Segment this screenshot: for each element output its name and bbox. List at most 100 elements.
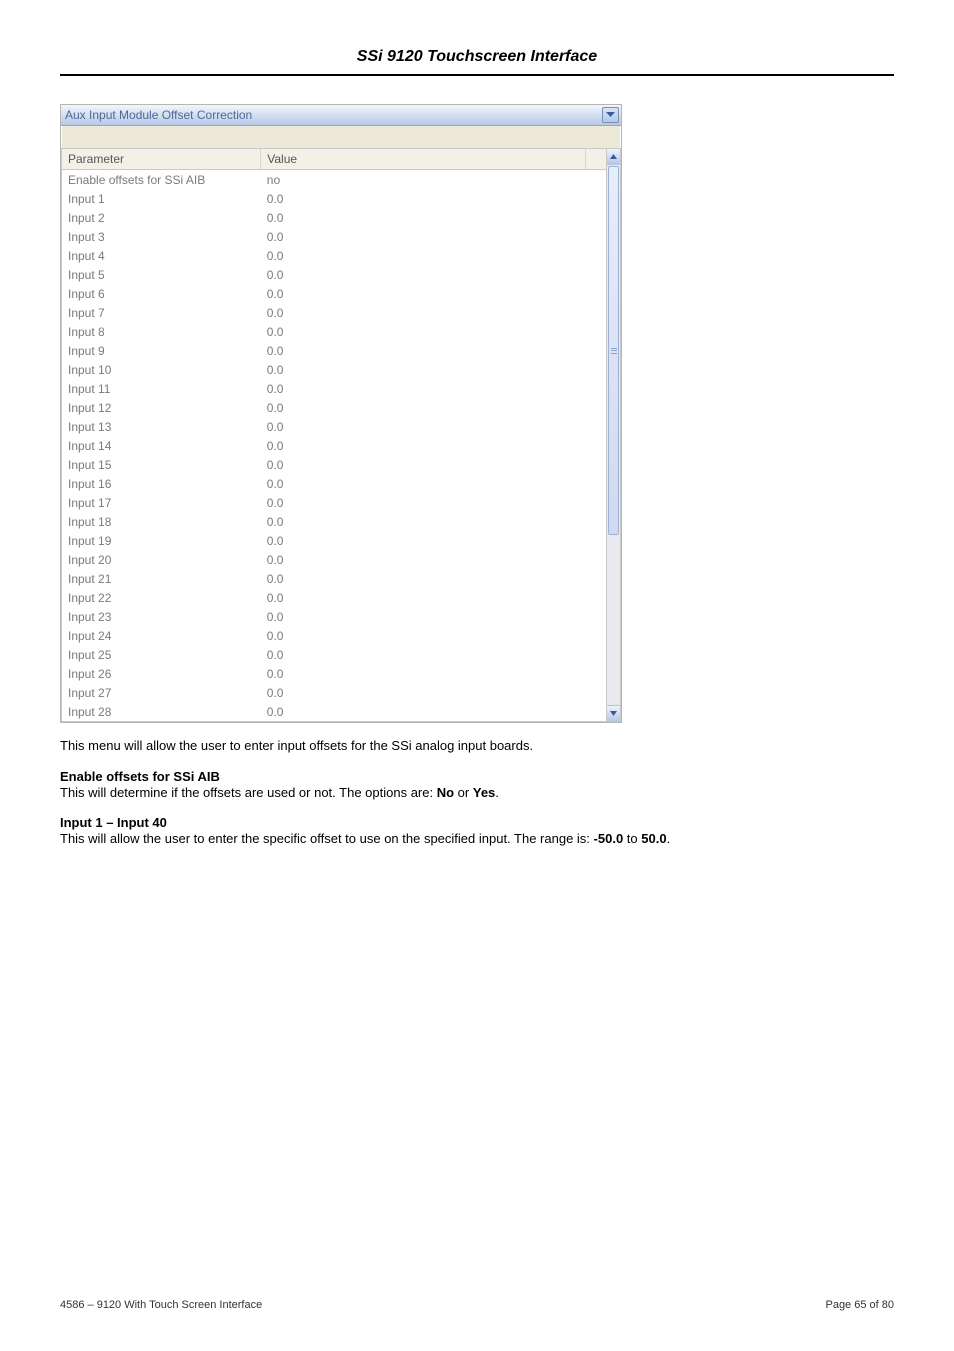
cell-parameter: Input 24 — [62, 626, 261, 645]
document-title: SSi 9120 Touchscreen Interface — [60, 48, 894, 66]
table-row[interactable]: Input 30.0 — [62, 227, 606, 246]
col-header-blank — [585, 149, 606, 170]
cell-blank — [585, 341, 606, 360]
cell-value: 0.0 — [261, 588, 585, 607]
table-row[interactable]: Input 250.0 — [62, 645, 606, 664]
table-row[interactable]: Input 80.0 — [62, 322, 606, 341]
cell-parameter: Input 7 — [62, 303, 261, 322]
scroll-thumb[interactable] — [608, 166, 619, 535]
cell-value: 0.0 — [261, 360, 585, 379]
cell-value: 0.0 — [261, 436, 585, 455]
cell-parameter: Input 12 — [62, 398, 261, 417]
cell-value: 0.0 — [261, 208, 585, 227]
table-row[interactable]: Input 60.0 — [62, 284, 606, 303]
cell-parameter: Input 1 — [62, 189, 261, 208]
table-row[interactable]: Input 220.0 — [62, 588, 606, 607]
cell-blank — [585, 664, 606, 683]
table-row[interactable]: Input 200.0 — [62, 550, 606, 569]
intro-paragraph: This menu will allow the user to enter i… — [60, 737, 894, 755]
cell-parameter: Input 14 — [62, 436, 261, 455]
table-row[interactable]: Input 50.0 — [62, 265, 606, 284]
cell-blank — [585, 569, 606, 588]
table-row[interactable]: Input 260.0 — [62, 664, 606, 683]
table-row[interactable]: Input 130.0 — [62, 417, 606, 436]
vertical-scrollbar[interactable] — [606, 148, 621, 722]
cell-blank — [585, 588, 606, 607]
table-row[interactable]: Input 170.0 — [62, 493, 606, 512]
cell-parameter: Enable offsets for SSi AIB — [62, 170, 261, 190]
chevron-down-icon — [606, 112, 615, 118]
cell-value: 0.0 — [261, 246, 585, 265]
col-header-value[interactable]: Value — [261, 149, 585, 170]
scroll-up-button[interactable] — [607, 149, 620, 165]
p1-dot: . — [495, 785, 499, 800]
footer-right: Page 65 of 80 — [825, 1299, 894, 1311]
input-range-paragraph: This will allow the user to enter the sp… — [60, 830, 894, 848]
cell-value: 0.0 — [261, 645, 585, 664]
cell-blank — [585, 493, 606, 512]
cell-value: 0.0 — [261, 303, 585, 322]
title-divider — [60, 74, 894, 76]
table-row[interactable]: Input 90.0 — [62, 341, 606, 360]
scroll-down-button[interactable] — [607, 705, 620, 721]
cell-parameter: Input 3 — [62, 227, 261, 246]
cell-parameter: Input 6 — [62, 284, 261, 303]
cell-blank — [585, 265, 606, 284]
cell-blank — [585, 189, 606, 208]
cell-value: no — [261, 170, 585, 190]
p1-or: or — [454, 785, 473, 800]
table-row[interactable]: Input 180.0 — [62, 512, 606, 531]
cell-parameter: Input 19 — [62, 531, 261, 550]
cell-value: 0.0 — [261, 531, 585, 550]
cell-blank — [585, 398, 606, 417]
parameter-grid[interactable]: Parameter Value Enable offsets for SSi A… — [61, 148, 606, 722]
cell-blank — [585, 246, 606, 265]
cell-value: 0.0 — [261, 626, 585, 645]
cell-parameter: Input 21 — [62, 569, 261, 588]
cell-value: 0.0 — [261, 189, 585, 208]
cell-parameter: Input 8 — [62, 322, 261, 341]
table-row[interactable]: Input 270.0 — [62, 683, 606, 702]
cell-value: 0.0 — [261, 379, 585, 398]
table-row[interactable]: Input 100.0 — [62, 360, 606, 379]
table-row[interactable]: Enable offsets for SSi AIBno — [62, 170, 606, 190]
cell-parameter: Input 26 — [62, 664, 261, 683]
cell-parameter: Input 28 — [62, 702, 261, 721]
table-row[interactable]: Input 70.0 — [62, 303, 606, 322]
cell-blank — [585, 227, 606, 246]
cell-value: 0.0 — [261, 474, 585, 493]
p1-lead: This will determine if the offsets are u… — [60, 785, 437, 800]
table-row[interactable]: Input 230.0 — [62, 607, 606, 626]
cell-blank — [585, 170, 606, 190]
cell-value: 0.0 — [261, 683, 585, 702]
p2-lead: This will allow the user to enter the sp… — [60, 831, 594, 846]
table-row[interactable]: Input 110.0 — [62, 379, 606, 398]
table-row[interactable]: Input 140.0 — [62, 436, 606, 455]
cell-parameter: Input 5 — [62, 265, 261, 284]
p1-option-no: No — [437, 785, 454, 800]
cell-value: 0.0 — [261, 341, 585, 360]
cell-parameter: Input 17 — [62, 493, 261, 512]
table-row[interactable]: Input 40.0 — [62, 246, 606, 265]
scroll-thumb-grip — [611, 348, 617, 354]
table-row[interactable]: Input 210.0 — [62, 569, 606, 588]
dropdown-titlebar[interactable]: Aux Input Module Offset Correction — [61, 105, 621, 126]
table-row[interactable]: Input 280.0 — [62, 702, 606, 721]
cell-parameter: Input 13 — [62, 417, 261, 436]
table-header-row: Parameter Value — [62, 149, 606, 170]
col-header-parameter[interactable]: Parameter — [62, 149, 261, 170]
table-row[interactable]: Input 20.0 — [62, 208, 606, 227]
table-row[interactable]: Input 190.0 — [62, 531, 606, 550]
cell-blank — [585, 683, 606, 702]
cell-blank — [585, 284, 606, 303]
table-row[interactable]: Input 10.0 — [62, 189, 606, 208]
table-row[interactable]: Input 240.0 — [62, 626, 606, 645]
table-row[interactable]: Input 150.0 — [62, 455, 606, 474]
dropdown-selected-label: Aux Input Module Offset Correction — [61, 108, 602, 122]
scroll-track[interactable] — [607, 165, 620, 705]
table-row[interactable]: Input 120.0 — [62, 398, 606, 417]
table-row[interactable]: Input 160.0 — [62, 474, 606, 493]
p2-high: 50.0 — [641, 831, 666, 846]
dropdown-button[interactable] — [602, 107, 619, 123]
cell-value: 0.0 — [261, 398, 585, 417]
